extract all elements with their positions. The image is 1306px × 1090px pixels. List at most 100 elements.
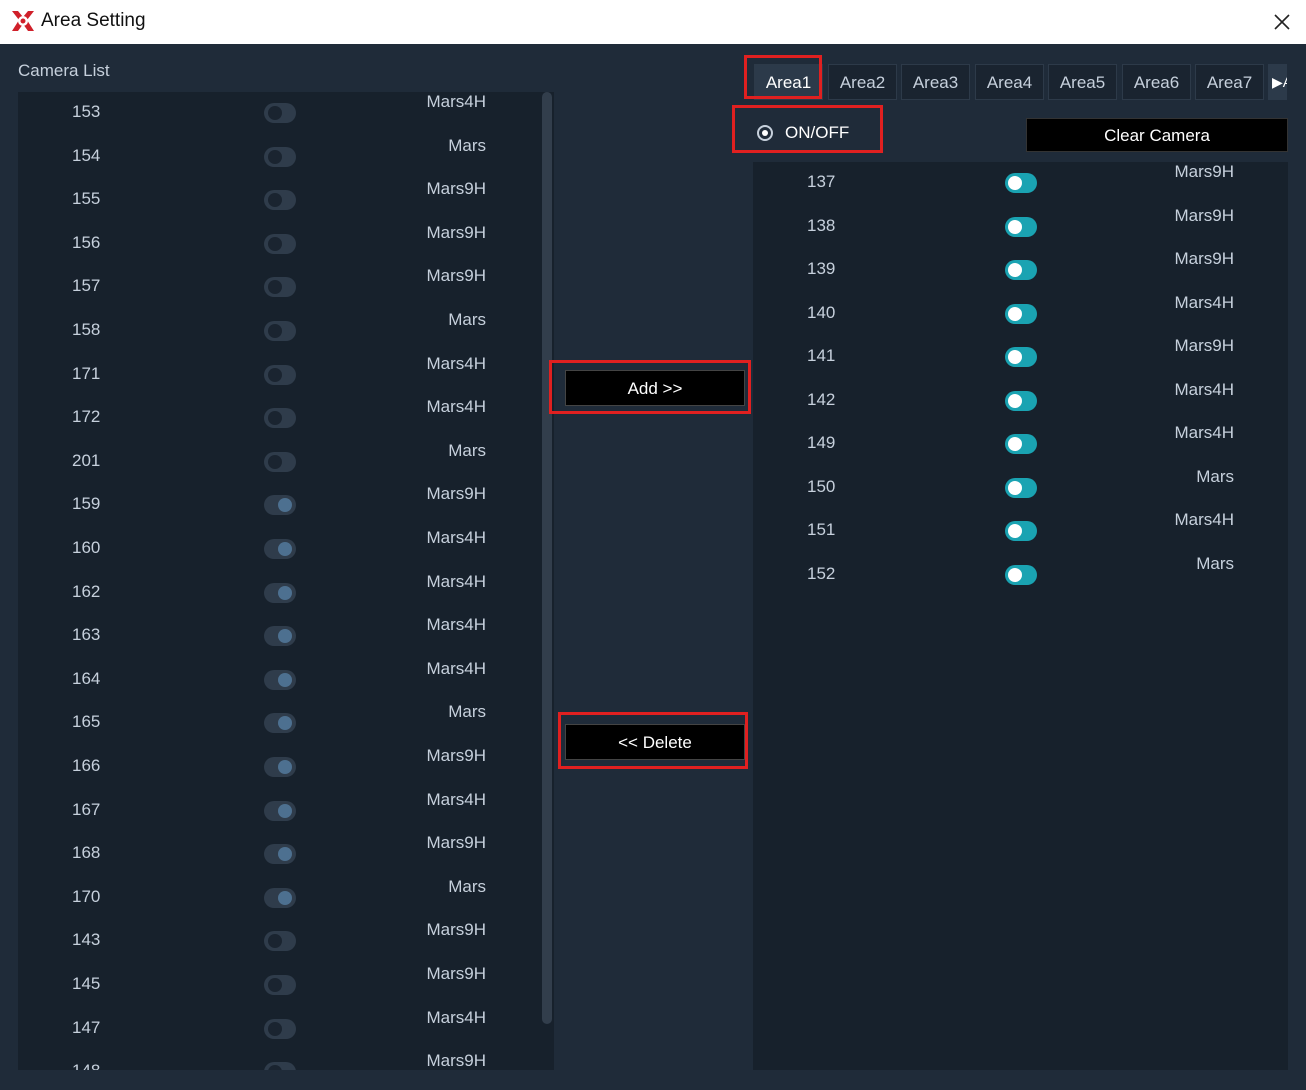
tab-area3[interactable]: Area3 bbox=[901, 64, 970, 100]
camera-model: Mars4H bbox=[1174, 510, 1234, 529]
camera-list-row[interactable]: 201 Mars bbox=[18, 441, 538, 484]
tab-area4[interactable]: Area4 bbox=[975, 64, 1044, 100]
camera-toggle[interactable] bbox=[264, 321, 296, 341]
camera-list-row[interactable]: 171 Mars4H bbox=[18, 354, 538, 397]
camera-toggle[interactable] bbox=[264, 408, 296, 429]
camera-id: 150 bbox=[807, 476, 836, 496]
camera-list-row[interactable]: 145 Mars9H bbox=[18, 964, 538, 1007]
camera-toggle[interactable] bbox=[1005, 260, 1037, 280]
camera-toggle[interactable] bbox=[264, 277, 296, 298]
camera-id: 160 bbox=[72, 538, 101, 557]
camera-toggle[interactable] bbox=[264, 669, 296, 690]
camera-model: Mars bbox=[448, 135, 486, 155]
camera-list-row[interactable]: 143 Mars9H bbox=[18, 920, 538, 963]
camera-toggle[interactable] bbox=[264, 626, 296, 647]
camera-list-row[interactable]: 158 Mars bbox=[18, 310, 538, 353]
camera-list-row[interactable]: 170 Mars bbox=[18, 877, 538, 920]
area-camera-row[interactable]: 150 Mars bbox=[753, 467, 1288, 510]
camera-list[interactable]: 153 Mars4H 154 Mars 155 Mars9H 156 Mars9H 157 Mar… bbox=[18, 92, 554, 1070]
camera-model: Mars9H bbox=[1174, 249, 1234, 268]
clear-camera-button[interactable]: Clear Camera bbox=[1026, 118, 1288, 152]
add-button[interactable]: Add >> bbox=[565, 370, 745, 406]
camera-toggle[interactable] bbox=[264, 495, 296, 516]
camera-toggle[interactable] bbox=[264, 844, 296, 865]
camera-list-row[interactable]: 166 Mars9H bbox=[18, 746, 538, 789]
camera-toggle[interactable] bbox=[264, 582, 296, 603]
app-logo-icon bbox=[12, 11, 34, 31]
area-camera-row[interactable]: 149 Mars4H bbox=[753, 423, 1288, 466]
camera-toggle[interactable] bbox=[1005, 521, 1037, 541]
camera-toggle[interactable] bbox=[1005, 434, 1037, 454]
close-icon[interactable] bbox=[1268, 8, 1296, 36]
camera-list-row[interactable]: 167 Mars4H bbox=[18, 790, 538, 833]
camera-list-row[interactable]: 172 Mars4H bbox=[18, 397, 538, 440]
scrollbar-thumb[interactable] bbox=[542, 92, 552, 1024]
camera-list-row[interactable]: 153 Mars4H bbox=[18, 92, 538, 135]
camera-list-row[interactable]: 157 Mars9H bbox=[18, 266, 538, 309]
area-camera-row[interactable]: 137 Mars9H bbox=[753, 162, 1288, 205]
camera-model: Mars4H bbox=[426, 1007, 486, 1027]
camera-list-row[interactable]: 163 Mars4H bbox=[18, 615, 538, 658]
camera-toggle[interactable] bbox=[264, 931, 296, 952]
camera-list-scrollbar[interactable] bbox=[540, 92, 554, 1070]
area-camera-row[interactable]: 151 Mars4H bbox=[753, 510, 1288, 553]
camera-list-row[interactable]: 155 Mars9H bbox=[18, 179, 538, 222]
camera-list-row[interactable]: 147 Mars4H bbox=[18, 1008, 538, 1051]
camera-id: 140 bbox=[807, 302, 836, 322]
camera-toggle[interactable] bbox=[264, 103, 296, 123]
tab-area2[interactable]: Area2 bbox=[828, 64, 897, 100]
camera-list-row[interactable]: 148 Mars9H bbox=[18, 1051, 538, 1070]
camera-list-row[interactable]: 154 Mars bbox=[18, 136, 538, 179]
tab-area5[interactable]: Area5 bbox=[1048, 64, 1117, 100]
camera-toggle[interactable] bbox=[1005, 477, 1037, 498]
camera-toggle[interactable] bbox=[264, 1018, 296, 1039]
camera-id: 139 bbox=[807, 259, 836, 278]
tab-area7[interactable]: Area7 bbox=[1195, 64, 1264, 100]
camera-model: Mars9H bbox=[1174, 205, 1234, 225]
camera-toggle[interactable] bbox=[264, 975, 296, 995]
camera-toggle[interactable] bbox=[264, 233, 296, 254]
camera-id: 152 bbox=[807, 563, 836, 583]
area-camera-row[interactable]: 138 Mars9H bbox=[753, 206, 1288, 249]
area-camera-row[interactable]: 142 Mars4H bbox=[753, 380, 1288, 423]
camera-model: Mars4H bbox=[426, 353, 486, 373]
camera-toggle[interactable] bbox=[1005, 564, 1037, 585]
delete-button[interactable]: << Delete bbox=[565, 724, 745, 760]
camera-id: 170 bbox=[72, 886, 101, 906]
camera-list-row[interactable]: 168 Mars9H bbox=[18, 833, 538, 876]
camera-list-row[interactable]: 159 Mars9H bbox=[18, 484, 538, 527]
camera-toggle[interactable] bbox=[264, 190, 296, 211]
title-bar: Area Setting bbox=[0, 0, 1306, 44]
camera-list-row[interactable]: 156 Mars9H bbox=[18, 223, 538, 266]
camera-toggle[interactable] bbox=[264, 1062, 296, 1070]
tab-area1[interactable]: Area1 bbox=[754, 64, 823, 100]
camera-toggle[interactable] bbox=[1005, 347, 1037, 367]
tab-area6[interactable]: Area6 bbox=[1122, 64, 1191, 100]
camera-toggle[interactable] bbox=[264, 713, 296, 734]
camera-toggle[interactable] bbox=[264, 800, 296, 821]
camera-list-row[interactable]: 164 Mars4H bbox=[18, 659, 538, 702]
camera-id: 155 bbox=[72, 189, 101, 209]
area-camera-row[interactable]: 152 Mars bbox=[753, 554, 1288, 597]
area-camera-list[interactable]: 137 Mars9H 138 Mars9H 139 Mars9H 140 Mars4H 141 M… bbox=[753, 162, 1288, 1070]
camera-toggle[interactable] bbox=[264, 887, 296, 908]
area-camera-row[interactable]: 141 Mars9H bbox=[753, 336, 1288, 379]
camera-toggle[interactable] bbox=[264, 146, 296, 167]
camera-list-row[interactable]: 160 Mars4H bbox=[18, 528, 538, 571]
camera-list-row[interactable]: 165 Mars bbox=[18, 702, 538, 745]
tabs-scroll-right-icon[interactable]: ▶A bbox=[1268, 64, 1287, 100]
camera-toggle[interactable] bbox=[1005, 303, 1037, 324]
camera-toggle[interactable] bbox=[264, 757, 296, 777]
camera-id: 172 bbox=[72, 407, 101, 427]
camera-toggle[interactable] bbox=[264, 451, 296, 472]
camera-toggle[interactable] bbox=[264, 539, 296, 559]
camera-list-row[interactable]: 162 Mars4H bbox=[18, 572, 538, 615]
camera-toggle[interactable] bbox=[264, 364, 296, 385]
camera-toggle[interactable] bbox=[1005, 216, 1037, 237]
camera-toggle[interactable] bbox=[1005, 173, 1037, 193]
camera-toggle[interactable] bbox=[1005, 390, 1037, 411]
area-camera-row[interactable]: 139 Mars9H bbox=[753, 249, 1288, 292]
camera-model: Mars9H bbox=[426, 920, 486, 940]
camera-model: Mars9H bbox=[426, 833, 486, 853]
area-camera-row[interactable]: 140 Mars4H bbox=[753, 293, 1288, 336]
